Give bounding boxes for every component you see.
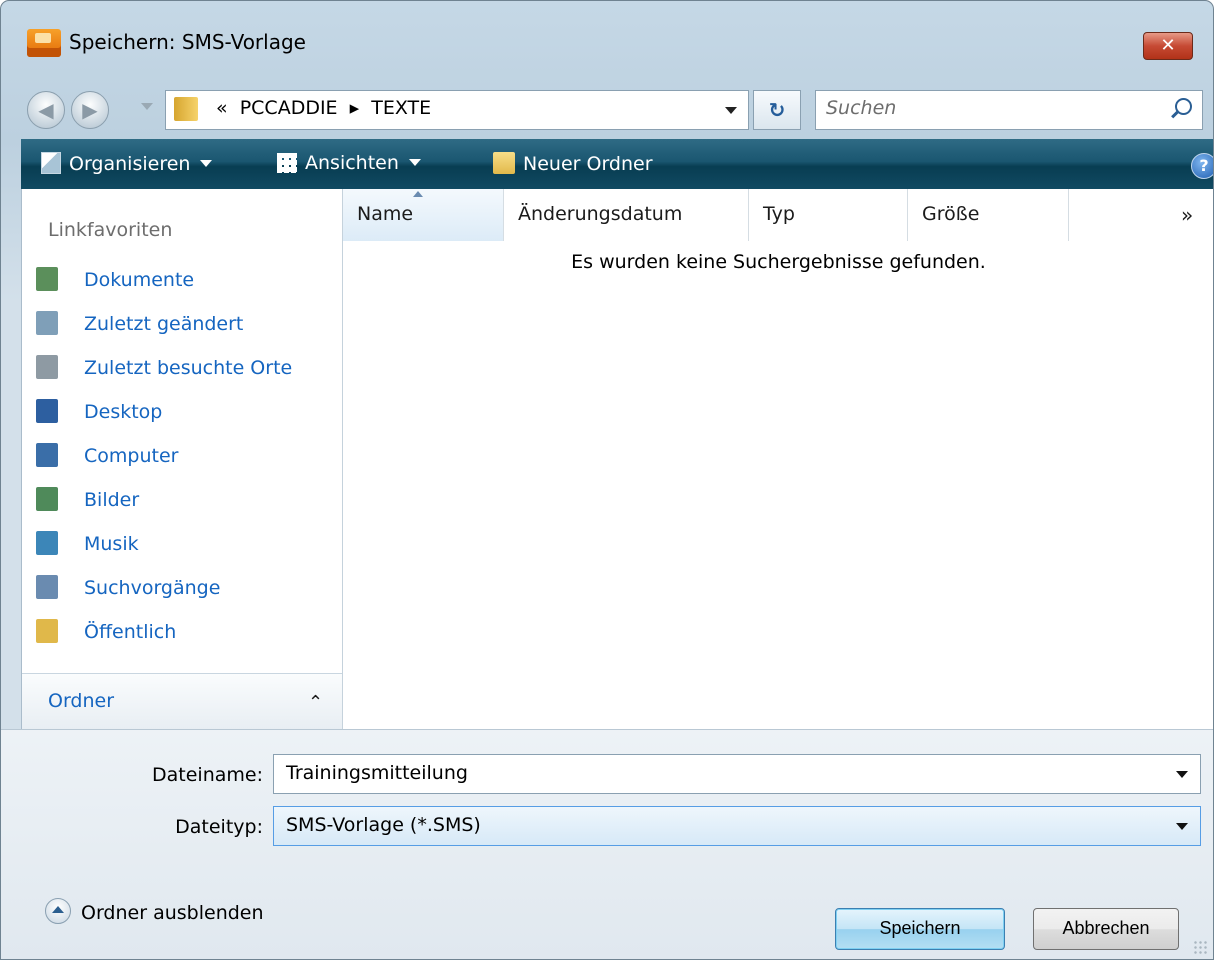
chevron-down-icon [200,160,213,167]
views-icon [277,153,297,173]
refresh-button[interactable]: ↻ [753,90,801,130]
sidebar-item[interactable]: Desktop [36,395,336,435]
filename-field[interactable]: Trainingsmitteilung [273,754,1201,794]
forward-button[interactable]: ▶ [71,91,109,129]
new-folder-button[interactable]: Neuer Ordner [493,152,653,175]
organize-menu[interactable]: Organisieren [41,152,213,175]
more-columns-icon[interactable]: » [1181,203,1193,227]
column-header-name[interactable]: Name [343,189,504,241]
music-icon [36,531,58,555]
chevron-down-icon[interactable] [1176,823,1188,830]
sidebar-item-label: Computer [84,445,179,467]
computer-icon [36,443,58,467]
views-label: Ansichten [305,152,399,174]
column-header-modified[interactable]: Änderungsdatum [504,189,749,241]
desktop-icon [36,399,58,423]
column-header-size[interactable]: Größe [908,189,1069,241]
sidebar-item-label: Desktop [84,401,163,423]
window-title: Speichern: SMS-Vorlage [69,30,306,54]
title-bar: Speichern: SMS-Vorlage ✕ [1,1,1213,85]
address-dropdown-icon[interactable] [725,107,737,114]
filetype-select[interactable]: SMS-Vorlage (*.SMS) [273,806,1201,846]
cancel-button[interactable]: Abbrechen [1033,908,1179,950]
empty-results-message: Es wurden keine Suchergebnisse gefunden. [571,251,986,273]
column-header-label: Änderungsdatum [518,203,683,225]
sidebar-item[interactable]: Zuletzt geändert [36,307,336,347]
sidebar-item[interactable]: Bilder [36,483,336,523]
sidebar-item[interactable]: Suchvorgänge [36,571,336,611]
address-bar[interactable]: « PCCADDIE ▸ TEXTE [165,90,749,130]
chevron-up-icon: ⌃ [308,692,324,713]
new-folder-icon [493,152,515,174]
search-input[interactable]: Suchen [826,97,896,119]
sidebar-item-label: Dokumente [84,269,195,291]
folders-toggle[interactable]: Ordner ⌃ [22,673,342,730]
sidebar-item-label: Zuletzt besuchte Orte [84,357,293,379]
save-button[interactable]: Speichern [835,908,1005,950]
chevron-down-icon [408,159,421,166]
search-icon[interactable] [1175,98,1192,115]
hide-folders-button[interactable]: Ordner ausblenden [45,898,264,924]
filetype-label: Dateityp: [175,816,263,838]
sidebar-item[interactable]: Dokumente [36,263,336,303]
organize-label: Organisieren [69,153,191,175]
help-icon[interactable]: ? [1191,153,1213,179]
folders-toggle-label: Ordner [48,690,115,712]
dialog-footer: Dateiname: Trainingsmitteilung Dateityp:… [1,729,1213,959]
documents-icon [36,267,58,291]
hide-folders-label: Ordner ausblenden [81,902,264,924]
pictures-icon [36,487,58,511]
filename-value[interactable]: Trainingsmitteilung [286,762,468,784]
column-header-label: Typ [763,203,795,225]
views-menu[interactable]: Ansichten [277,152,421,174]
folder-icon [174,97,198,121]
collapse-arrow-icon [45,898,71,924]
sidebar-item-label: Bilder [84,489,140,511]
sort-ascending-icon [413,191,423,197]
sidebar-item-label: Zuletzt geändert [84,313,244,335]
sidebar-item-label: Musik [84,533,139,555]
navigation-pane: Linkfavoriten Dokumente Zuletzt geändert Z… [21,189,342,730]
searches-icon [36,575,58,599]
close-button[interactable]: ✕ [1143,32,1193,60]
column-header-type[interactable]: Typ [749,189,908,241]
filename-label: Dateiname: [152,764,263,786]
recent-changes-icon [36,311,58,335]
recent-pages-dropdown-icon[interactable] [141,103,153,110]
organize-icon [41,152,61,174]
chevron-down-icon[interactable] [1176,771,1188,778]
sidebar-item[interactable]: Zuletzt besuchte Orte [36,351,336,391]
sidebar-item[interactable]: Öffentlich [36,615,336,655]
breadcrumb[interactable]: « PCCADDIE ▸ TEXTE [216,97,431,119]
save-dialog: Speichern: SMS-Vorlage ✕ ◀ ▶ « PCCADDIE … [0,0,1214,960]
sidebar-item-label: Suchvorgänge [84,577,221,599]
recent-places-icon [36,355,58,379]
resize-grip-icon[interactable] [1193,940,1207,954]
filetype-value: SMS-Vorlage (*.SMS) [286,814,481,836]
file-list-pane: Name Änderungsdatum Typ Größe » Es wurde… [342,189,1213,729]
command-bar: Organisieren Ansichten Neuer Ordner ? [21,139,1213,189]
sidebar-item[interactable]: Computer [36,439,336,479]
new-folder-label: Neuer Ordner [523,153,653,175]
search-box[interactable]: Suchen [815,90,1203,130]
favorites-title: Linkfavoriten [48,219,173,241]
column-header-label: Name [357,203,414,225]
sidebar-item[interactable]: Musik [36,527,336,567]
public-folder-icon [36,619,58,643]
column-header-label: Größe [922,203,980,225]
app-icon [27,29,61,57]
back-button[interactable]: ◀ [27,91,65,129]
sidebar-item-label: Öffentlich [84,621,177,643]
